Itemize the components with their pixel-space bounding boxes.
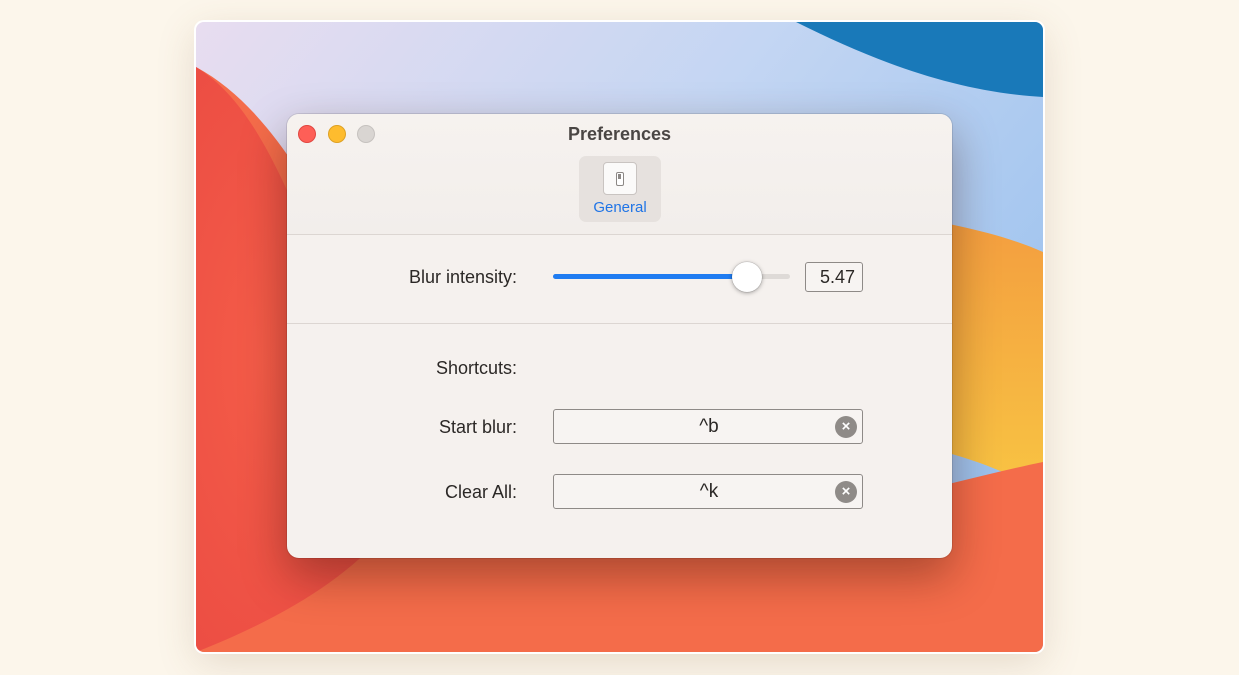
tab-general-label: General — [593, 199, 647, 216]
divider — [287, 323, 952, 324]
start-blur-label: Start blur: — [438, 417, 517, 437]
clear-all-shortcut-field[interactable]: ^k × — [553, 474, 863, 509]
slider-knob[interactable] — [732, 262, 763, 292]
blur-intensity-value-field[interactable]: 5.47 — [805, 262, 863, 292]
title-bar: Preferences General — [287, 114, 952, 235]
blur-intensity-label: Blur intensity: — [408, 267, 517, 287]
tab-general[interactable]: General — [579, 156, 661, 222]
slider-fill — [553, 274, 748, 279]
start-blur-shortcut-field[interactable]: ^b × — [553, 409, 863, 444]
clear-shortcut-icon[interactable]: × — [835, 416, 857, 438]
preferences-window: Preferences General Blur intensity: 5.47… — [287, 114, 952, 558]
clear-all-shortcut-value: ^k — [699, 481, 719, 502]
switch-icon — [603, 162, 637, 195]
clear-shortcut-icon[interactable]: × — [835, 481, 857, 503]
clear-all-label: Clear All: — [444, 482, 517, 502]
start-blur-shortcut-value: ^b — [699, 416, 719, 437]
page: Preferences General Blur intensity: 5.47… — [0, 0, 1239, 675]
shortcuts-heading: Shortcuts: — [435, 358, 517, 378]
window-title: Preferences — [567, 124, 672, 144]
